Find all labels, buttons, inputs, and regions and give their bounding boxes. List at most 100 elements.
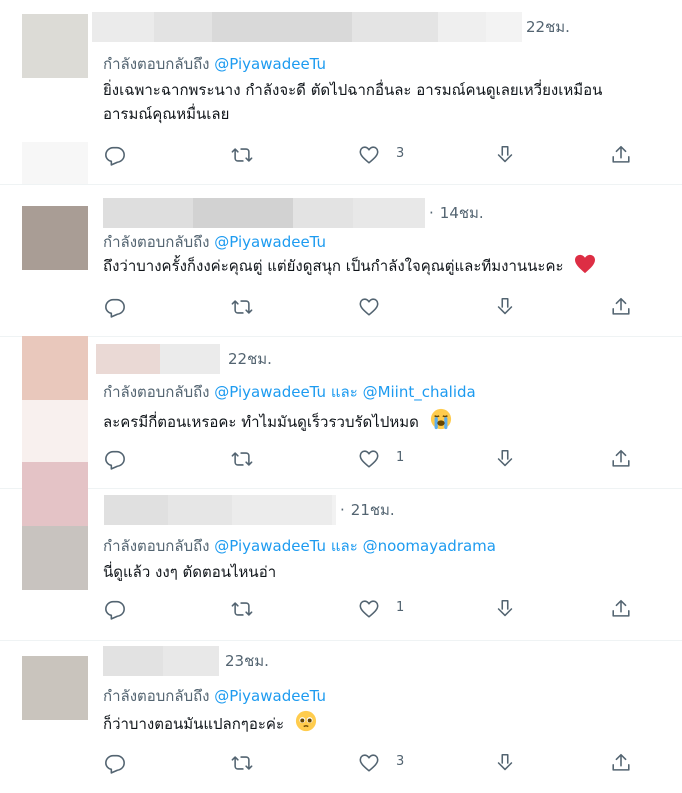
tweet-time[interactable]: 21ชม. bbox=[351, 498, 395, 522]
retweet-icon bbox=[231, 452, 253, 466]
mention-link[interactable]: @noomayadrama bbox=[363, 537, 496, 555]
share-button[interactable] bbox=[494, 598, 516, 620]
share-icon bbox=[497, 449, 513, 467]
upload-icon bbox=[612, 599, 630, 617]
avatar[interactable] bbox=[22, 336, 88, 400]
tweet-text-line: ถึงว่าบางครั้งก็งงค่ะคุณตู่ แต่ยังดูสนุก… bbox=[103, 257, 564, 275]
tweet-text-line: ก็ว่าบางตอนมันแปลกๆอะค่ะ bbox=[103, 715, 285, 733]
tweet-text-line: ละครมีกี่ตอนเหรอคะ ทำไมมันดูเร็วรวบรัดไป… bbox=[103, 413, 419, 431]
share-button[interactable] bbox=[494, 144, 516, 166]
reply-button[interactable] bbox=[104, 144, 126, 166]
reply-icon bbox=[105, 298, 125, 318]
tweet-text-line: นี่ดูแล้ว งงๆ ตัดตอนไหนอ่า bbox=[103, 563, 277, 581]
reply-prefix: กำลังตอบกลับถึง bbox=[103, 537, 210, 555]
share-button[interactable] bbox=[494, 448, 516, 470]
reply-icon bbox=[105, 146, 125, 166]
tweet-actions: 3 bbox=[0, 144, 682, 172]
tweet-time[interactable]: 14ชม. bbox=[440, 201, 484, 225]
like-count: 1 bbox=[396, 450, 405, 465]
reply-icon bbox=[105, 450, 125, 470]
tweet-5[interactable]: 23ชม. กำลังตอบกลับถึง @PiyawadeeTu ก็ว่า… bbox=[0, 640, 682, 793]
like-button[interactable] bbox=[358, 598, 380, 620]
share-button[interactable] bbox=[494, 752, 516, 774]
tweet-text: นี่ดูแล้ว งงๆ ตัดตอนไหนอ่า bbox=[103, 560, 276, 584]
avatar[interactable] bbox=[22, 14, 88, 78]
upload-icon bbox=[612, 297, 630, 315]
tweet-1[interactable]: 22ชม. กำลังตอบกลับถึง @PiyawadeeTu ยิ่งเ… bbox=[0, 0, 682, 185]
reply-button[interactable] bbox=[104, 598, 126, 620]
like-icon bbox=[359, 600, 379, 618]
reply-to-line: กำลังตอบกลับถึง @PiyawadeeTu bbox=[103, 684, 326, 708]
mention-link[interactable]: @PiyawadeeTu bbox=[214, 383, 326, 401]
reply-button[interactable] bbox=[104, 296, 126, 318]
reply-icon bbox=[105, 754, 125, 774]
reply-prefix: กำลังตอบกลับถึง bbox=[103, 383, 210, 401]
tweet-text: ละครมีกี่ตอนเหรอคะ ทำไมมันดูเร็วรวบรัดไป… bbox=[103, 408, 452, 437]
mention-link[interactable]: @PiyawadeeTu bbox=[214, 55, 326, 73]
retweet-icon bbox=[231, 300, 253, 314]
pleading-face-icon bbox=[295, 710, 317, 739]
share-icon bbox=[497, 145, 513, 163]
reply-button[interactable] bbox=[104, 752, 126, 774]
author-name-blurred[interactable]: · 21ชม. bbox=[104, 495, 395, 525]
upload-button[interactable] bbox=[610, 598, 632, 620]
tweet-actions: 1 bbox=[0, 598, 682, 626]
like-button[interactable] bbox=[358, 296, 380, 318]
retweet-button[interactable] bbox=[231, 144, 253, 166]
retweet-button[interactable] bbox=[231, 598, 253, 620]
tweet-time[interactable]: 22ชม. bbox=[526, 15, 570, 39]
upload-button[interactable] bbox=[610, 448, 632, 470]
retweet-button[interactable] bbox=[231, 296, 253, 318]
mention-link[interactable]: @PiyawadeeTu bbox=[214, 233, 326, 251]
reply-icon bbox=[105, 600, 125, 620]
separator-dot: · bbox=[340, 501, 345, 519]
upload-icon bbox=[612, 753, 630, 771]
tweet-text-line: อารมณ์คุณหมื่นเลย bbox=[103, 105, 230, 123]
tweet-text-line: ยิ่งเฉพาะฉากพระนาง กำลังจะดี ตัดไปฉากอื่… bbox=[103, 81, 603, 99]
share-button[interactable] bbox=[494, 296, 516, 318]
upload-button[interactable] bbox=[610, 752, 632, 774]
upload-icon bbox=[612, 145, 630, 163]
tweet-2[interactable]: · 14ชม. กำลังตอบกลับถึง @PiyawadeeTu ถึง… bbox=[0, 184, 682, 337]
mention-link[interactable]: @PiyawadeeTu bbox=[214, 537, 326, 555]
avatar[interactable] bbox=[22, 656, 88, 720]
avatar[interactable] bbox=[22, 206, 88, 270]
author-name-blurred[interactable]: 22ชม. bbox=[96, 344, 272, 374]
tweet-time[interactable]: 22ชม. bbox=[228, 347, 272, 371]
tweet-text: ยิ่งเฉพาะฉากพระนาง กำลังจะดี ตัดไปฉากอื่… bbox=[103, 78, 602, 126]
like-count: 1 bbox=[396, 600, 405, 615]
upload-button[interactable] bbox=[610, 144, 632, 166]
tweet-3[interactable]: 22ชม. กำลังตอบกลับถึง @PiyawadeeTu และ @… bbox=[0, 336, 682, 489]
reply-prefix: กำลังตอบกลับถึง bbox=[103, 233, 210, 251]
reply-to-line: กำลังตอบกลับถึง @PiyawadeeTu และ @noomay… bbox=[103, 534, 496, 558]
and-word: และ bbox=[330, 383, 358, 401]
like-icon bbox=[359, 146, 379, 164]
reply-prefix: กำลังตอบกลับถึง bbox=[103, 687, 210, 705]
author-name-blurred[interactable]: · 14ชม. bbox=[103, 198, 484, 228]
share-icon bbox=[497, 753, 513, 771]
like-button[interactable] bbox=[358, 752, 380, 774]
like-count: 3 bbox=[396, 146, 405, 161]
reply-to-line: กำลังตอบกลับถึง @PiyawadeeTu bbox=[103, 230, 326, 254]
like-button[interactable] bbox=[358, 448, 380, 470]
upload-icon bbox=[612, 449, 630, 467]
tweet-actions: 1 bbox=[0, 448, 682, 476]
author-name-blurred[interactable]: 23ชม. bbox=[103, 646, 269, 676]
loudly-crying-face-icon bbox=[430, 408, 452, 437]
reply-to-line: กำลังตอบกลับถึง @PiyawadeeTu และ @Miint_… bbox=[103, 380, 476, 404]
retweet-icon bbox=[231, 148, 253, 162]
share-icon bbox=[497, 599, 513, 617]
avatar[interactable] bbox=[22, 526, 88, 590]
retweet-button[interactable] bbox=[231, 752, 253, 774]
tweet-time[interactable]: 23ชม. bbox=[225, 649, 269, 673]
tweet-4[interactable]: · 21ชม. กำลังตอบกลับถึง @PiyawadeeTu และ… bbox=[0, 488, 682, 641]
reply-button[interactable] bbox=[104, 448, 126, 470]
like-button[interactable] bbox=[358, 144, 380, 166]
mention-link[interactable]: @Miint_chalida bbox=[363, 383, 476, 401]
author-name-blurred[interactable]: 22ชม. bbox=[92, 12, 570, 42]
upload-button[interactable] bbox=[610, 296, 632, 318]
separator-dot: · bbox=[429, 204, 434, 222]
retweet-icon bbox=[231, 756, 253, 770]
mention-link[interactable]: @PiyawadeeTu bbox=[214, 687, 326, 705]
retweet-button[interactable] bbox=[231, 448, 253, 470]
